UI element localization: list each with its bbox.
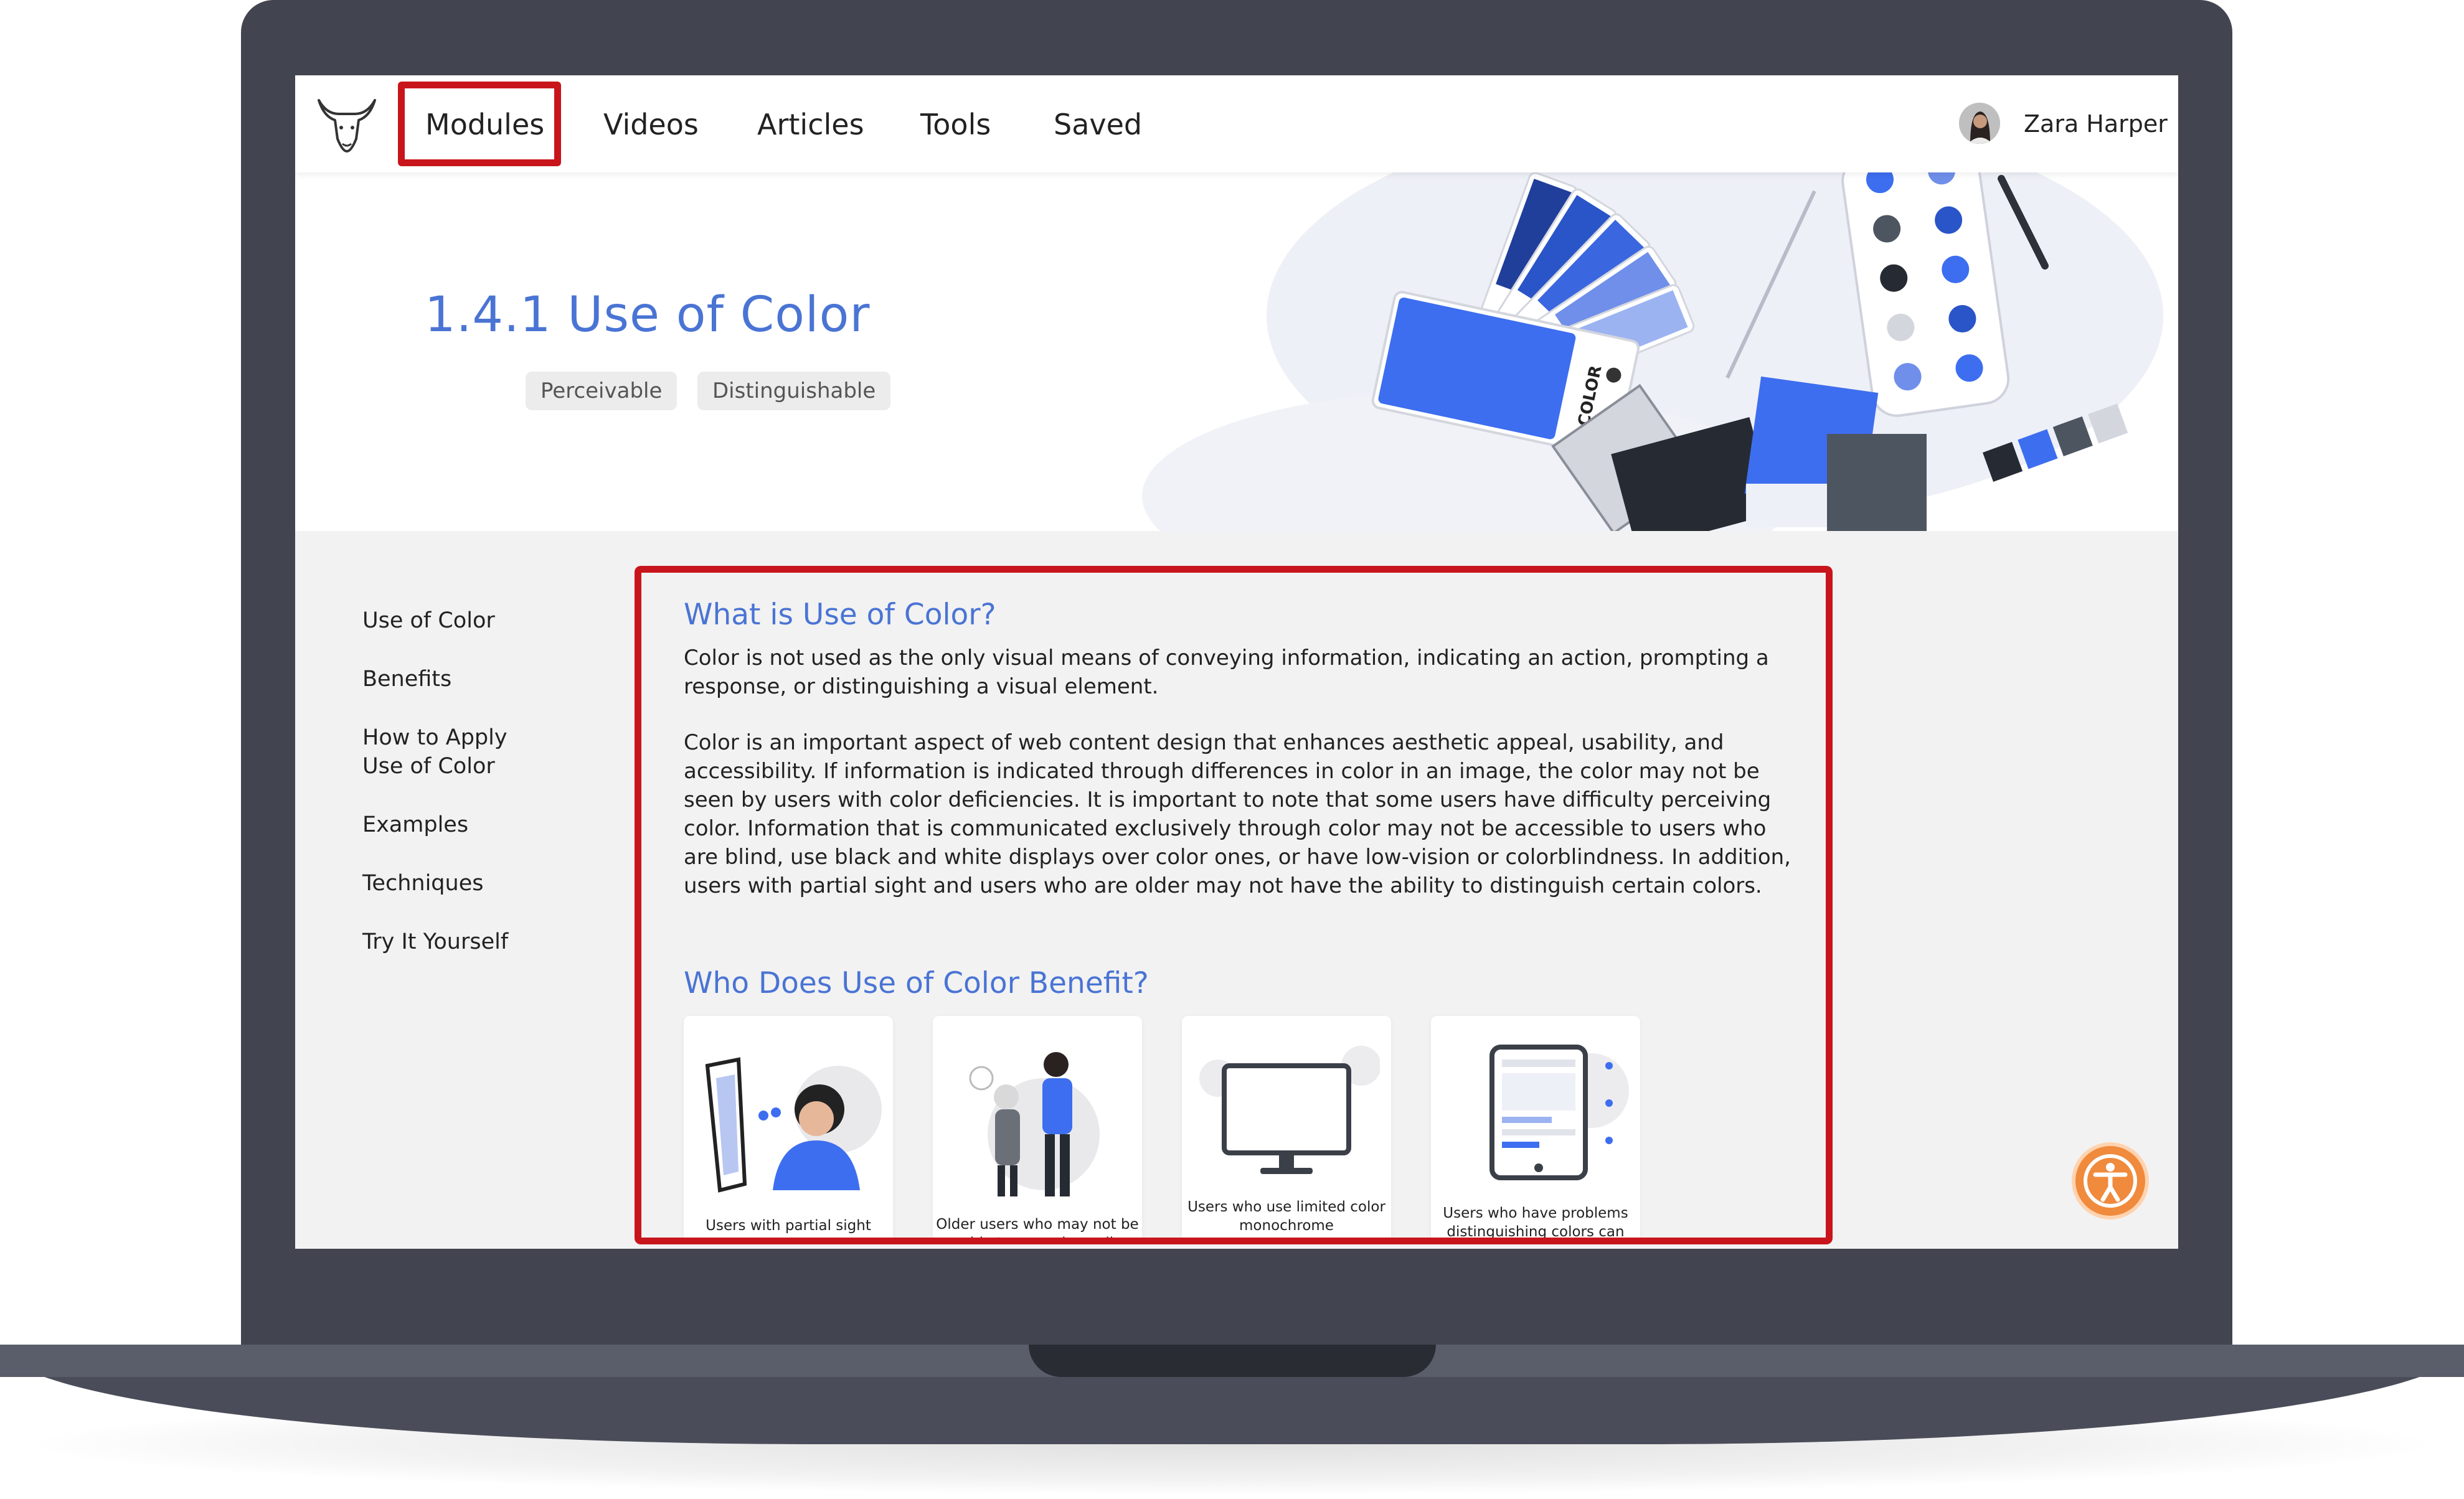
main-content-highlight: What is Use of Color? Color is not used …	[635, 566, 1833, 1244]
avatar[interactable]	[1959, 103, 2000, 144]
card-caption: Users with partial sight	[706, 1218, 871, 1234]
benefit-card-distinguishing-colors[interactable]: Users who have problems distinguishing c…	[1431, 1016, 1640, 1240]
color-palette-illustration: COLOR	[1142, 172, 2163, 531]
card-caption: Older users who may not be able to see c…	[936, 1216, 1139, 1244]
paragraph-description: Color is an important aspect of web cont…	[684, 730, 1791, 898]
section-title-what-is: What is Use of Color?	[684, 598, 996, 632]
tablet-illustration	[1489, 1045, 1629, 1180]
paragraph-definition: Color is not used as the only visual mea…	[684, 646, 1769, 699]
partial-sight-illustration	[705, 1057, 882, 1193]
sidebar-item-how-to-apply[interactable]: How to Apply	[362, 723, 507, 752]
nav-saved[interactable]: Saved	[1054, 103, 1142, 146]
nav-videos[interactable]: Videos	[603, 103, 699, 146]
tag-distinguishable[interactable]: Distinguishable	[697, 372, 891, 410]
older-users-illustration	[969, 1052, 1100, 1196]
nav-tools[interactable]: Tools	[920, 103, 991, 146]
benefit-card-partial-sight[interactable]: Users with partial sight	[684, 1016, 893, 1238]
sidebar-item-try-it-yourself[interactable]: Try It Yourself	[362, 928, 508, 956]
sidebar-item-benefits[interactable]: Benefits	[362, 665, 451, 693]
sidebar-item-examples[interactable]: Examples	[362, 811, 468, 839]
screen: Modules Videos Articles Tools Saved Zara…	[295, 75, 2178, 1249]
top-nav: Modules Videos Articles Tools Saved Zara…	[295, 75, 2178, 172]
bull-logo-icon[interactable]	[313, 89, 381, 157]
sidebar-item-how-to-apply-line2[interactable]: Use of Color	[362, 752, 495, 781]
benefit-card-monochrome[interactable]: Users who use limited color monochrome	[1182, 1016, 1391, 1238]
benefit-card-older-users[interactable]: Older users who may not be able to see c…	[933, 1016, 1142, 1244]
laptop-notch	[1029, 1345, 1436, 1377]
card-caption: Users who use limited color monochrome	[1187, 1199, 1385, 1234]
modules-highlight-box	[398, 82, 561, 166]
monitor-illustration	[1199, 1046, 1380, 1174]
page-title: 1.4.1 Use of Color	[425, 287, 871, 343]
user-name[interactable]: Zara Harper	[2024, 106, 2168, 141]
accessibility-button[interactable]	[2075, 1146, 2145, 1216]
accessibility-icon	[2084, 1154, 2137, 1208]
card-caption: Users who have problems distinguishing c…	[1443, 1205, 1628, 1240]
sidebar-item-use-of-color[interactable]: Use of Color	[362, 606, 495, 635]
section-title-who-benefits: Who Does Use of Color Benefit?	[684, 966, 1149, 1000]
hero-banner: COLOR 1.4.1 Use of Color Perceivable Dis…	[295, 172, 2178, 531]
nav-articles[interactable]: Articles	[757, 103, 864, 146]
tag-perceivable[interactable]: Perceivable	[526, 372, 677, 410]
sidebar-item-techniques[interactable]: Techniques	[362, 869, 483, 898]
